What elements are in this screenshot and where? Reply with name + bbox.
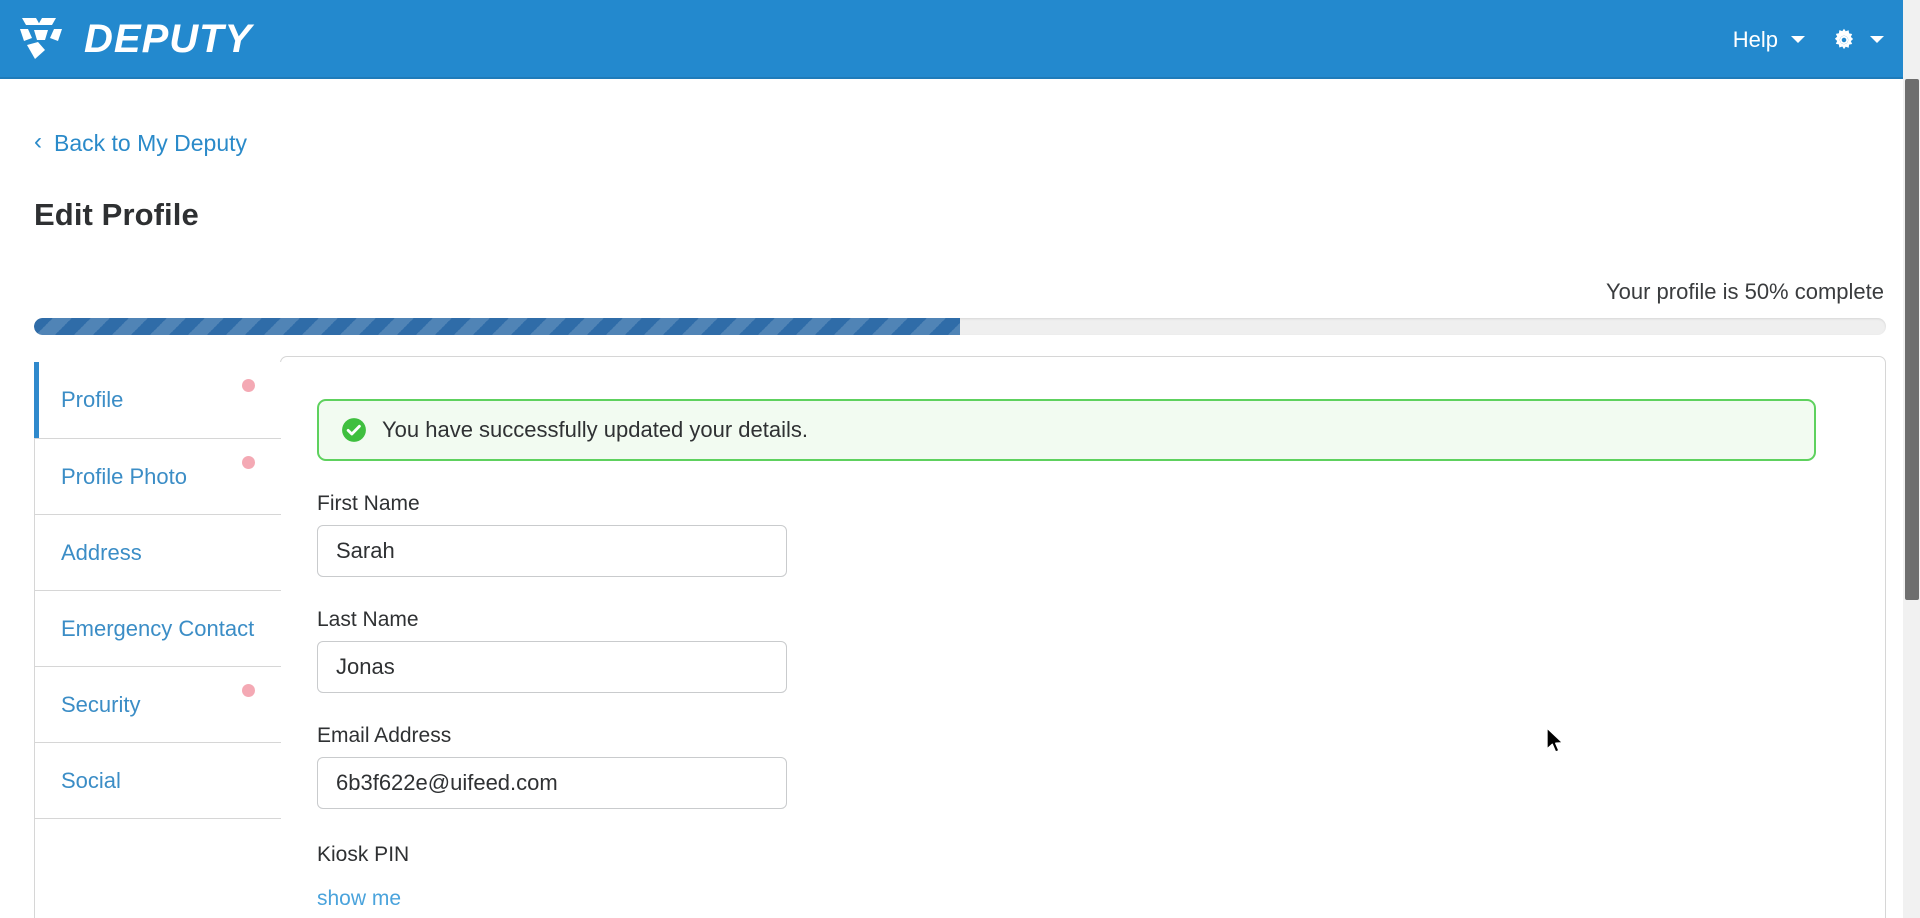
profile-completion-progressbar bbox=[34, 318, 1886, 335]
help-menu[interactable]: Help bbox=[1732, 26, 1805, 52]
email-label: Email Address bbox=[317, 724, 452, 747]
header-actions: Help bbox=[1733, 27, 1892, 53]
sidebar-tab-emergency-contact[interactable]: Emergency Contact bbox=[34, 590, 281, 666]
profile-tabs-sidebar: Profile Profile Photo Address Emergency Con… bbox=[34, 362, 281, 918]
sidebar-tab-label: Address bbox=[61, 539, 142, 565]
gear-icon bbox=[1834, 28, 1854, 49]
profile-content-row: Profile Profile Photo Address Emergency Con… bbox=[34, 356, 1886, 918]
success-alert-message: You have successfully updated your detai… bbox=[382, 417, 809, 442]
kiosk-pin-label: Kiosk PIN bbox=[317, 843, 410, 866]
first-name-input[interactable] bbox=[317, 525, 787, 577]
kiosk-pin-show-link[interactable]: show me bbox=[317, 888, 401, 909]
sidebar-tab-empty-area bbox=[34, 818, 281, 918]
sidebar-tab-incomplete-dot bbox=[242, 379, 255, 392]
check-circle-icon bbox=[342, 418, 366, 442]
profile-completion-label: Your profile is 50% complete bbox=[1605, 279, 1884, 304]
chevron-down-icon bbox=[1791, 36, 1805, 43]
email-input[interactable] bbox=[317, 757, 787, 809]
sidebar-tab-address[interactable]: Address bbox=[34, 514, 281, 590]
deputy-shield-icon bbox=[20, 17, 62, 59]
back-to-my-deputy-link[interactable]: ‹ Back to My Deputy bbox=[34, 128, 248, 156]
top-header-bar: DEPUTY Help bbox=[0, 0, 1920, 79]
email-field-group: Email Address bbox=[317, 725, 1885, 809]
first-name-label: First Name bbox=[317, 492, 420, 515]
sidebar-tab-profile-photo[interactable]: Profile Photo bbox=[34, 438, 281, 514]
help-label: Help bbox=[1732, 26, 1778, 52]
sidebar-tab-incomplete-dot bbox=[242, 456, 255, 469]
page-scrollbar-thumb[interactable] bbox=[1905, 79, 1919, 600]
last-name-label: Last Name bbox=[317, 608, 419, 631]
brand-name: DEPUTY bbox=[84, 16, 253, 61]
last-name-input[interactable] bbox=[317, 641, 787, 693]
sidebar-tab-profile[interactable]: Profile bbox=[34, 362, 281, 438]
profile-form-card: You have successfully updated your detai… bbox=[280, 356, 1886, 918]
page-body: ‹ Back to My Deputy Edit Profile Your pr… bbox=[0, 79, 1920, 918]
sidebar-tab-security[interactable]: Security bbox=[34, 666, 281, 742]
first-name-field-group: First Name bbox=[317, 493, 1885, 577]
settings-menu[interactable] bbox=[1831, 27, 1884, 53]
back-link-label: Back to My Deputy bbox=[54, 129, 248, 156]
kiosk-pin-group: Kiosk PIN show me bbox=[317, 844, 1885, 910]
last-name-field-group: Last Name bbox=[317, 609, 1885, 693]
sidebar-tab-label: Emergency Contact bbox=[61, 615, 255, 641]
progress-fill bbox=[34, 318, 960, 335]
sidebar-tab-social[interactable]: Social bbox=[34, 742, 281, 818]
brand-logo[interactable]: DEPUTY bbox=[16, 0, 252, 79]
sidebar-tab-label: Security bbox=[61, 691, 141, 717]
page-title: Edit Profile bbox=[34, 197, 199, 232]
chevron-down-icon bbox=[1870, 36, 1884, 43]
sidebar-tab-label: Social bbox=[61, 767, 121, 793]
sidebar-tab-label: Profile bbox=[61, 387, 124, 412]
sidebar-tab-incomplete-dot bbox=[242, 684, 255, 697]
sidebar-tab-label: Profile Photo bbox=[61, 463, 187, 489]
chevron-left-icon: ‹ bbox=[34, 128, 42, 155]
success-alert: You have successfully updated your detai… bbox=[317, 399, 1816, 461]
